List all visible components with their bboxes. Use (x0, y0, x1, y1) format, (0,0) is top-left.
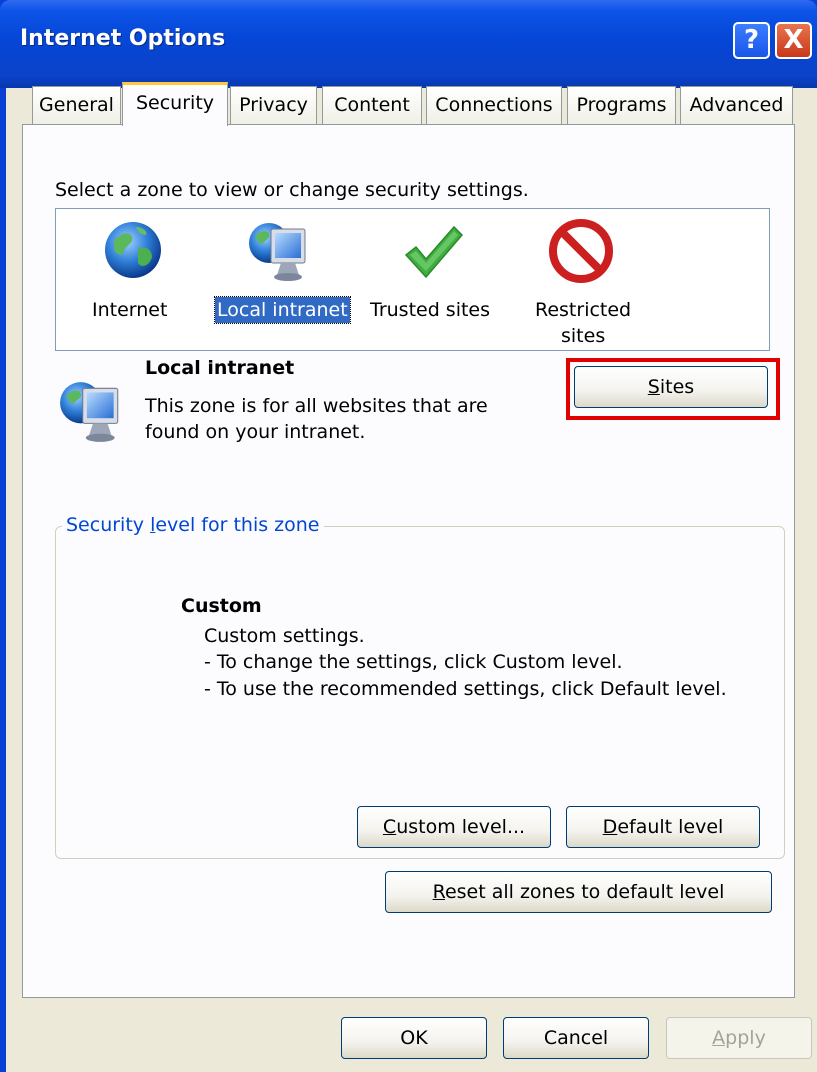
window-title: Internet Options (20, 26, 226, 51)
security-level-line3: - To use the recommended settings, click… (204, 678, 727, 700)
selected-zone-description-line1: This zone is for all websites that are (145, 395, 488, 417)
selected-zone-name: Local intranet (145, 357, 295, 379)
zone-trusted-sites[interactable]: Trusted sites (364, 219, 504, 344)
zone-list[interactable]: Internet Local intranet Trusted sites Re… (55, 208, 770, 351)
zone-restricted-label-line2: sites (561, 325, 606, 347)
security-level-line1: Custom settings. (204, 625, 365, 647)
default-level-button[interactable]: Default level (566, 806, 760, 848)
ok-button[interactable]: OK (341, 1017, 487, 1059)
close-icon: X (783, 25, 804, 55)
intranet-icon (249, 223, 306, 281)
help-icon: ? (743, 25, 760, 55)
custom-level-button[interactable]: Custom level... (357, 806, 551, 848)
apply-button[interactable]: Apply (666, 1017, 812, 1059)
no-entry-icon (549, 219, 613, 283)
zone-instruction: Select a zone to view or change security… (55, 179, 529, 201)
tab-advanced[interactable]: Advanced (680, 86, 793, 124)
zone-local-intranet[interactable]: Local intranet (211, 219, 356, 344)
tab-programs[interactable]: Programs (567, 86, 676, 124)
intranet-icon (60, 382, 119, 442)
zone-trusted-sites-label: Trusted sites (370, 299, 491, 321)
tab-content[interactable]: Content (322, 86, 422, 124)
security-level-group-title: Security level for this zone (62, 514, 324, 536)
close-button[interactable]: X (775, 22, 812, 59)
cancel-button[interactable]: Cancel (503, 1017, 649, 1059)
security-level-name: Custom (181, 595, 262, 617)
security-level-line2: - To change the settings, click Custom l… (204, 651, 623, 673)
zone-local-intranet-label: Local intranet (214, 296, 351, 324)
zone-internet[interactable]: Internet (56, 219, 206, 344)
zone-internet-label: Internet (92, 299, 168, 321)
zone-restricted-sites[interactable]: Restricted sites (511, 219, 651, 349)
title-bar[interactable]: Internet Options ? X (0, 0, 817, 88)
tab-general[interactable]: General (32, 86, 121, 124)
reset-all-zones-button[interactable]: Reset all zones to default level (385, 871, 772, 913)
selected-zone-description-line2: found on your intranet. (145, 421, 366, 443)
tab-security[interactable]: Security (122, 82, 228, 126)
tab-connections[interactable]: Connections (426, 86, 562, 124)
sites-button-highlight (566, 358, 780, 420)
tab-privacy[interactable]: Privacy (230, 86, 317, 124)
checkmark-icon (404, 225, 464, 279)
help-button[interactable]: ? (733, 22, 770, 59)
globe-icon (105, 222, 161, 278)
zone-restricted-label-line1: Restricted (535, 299, 632, 321)
